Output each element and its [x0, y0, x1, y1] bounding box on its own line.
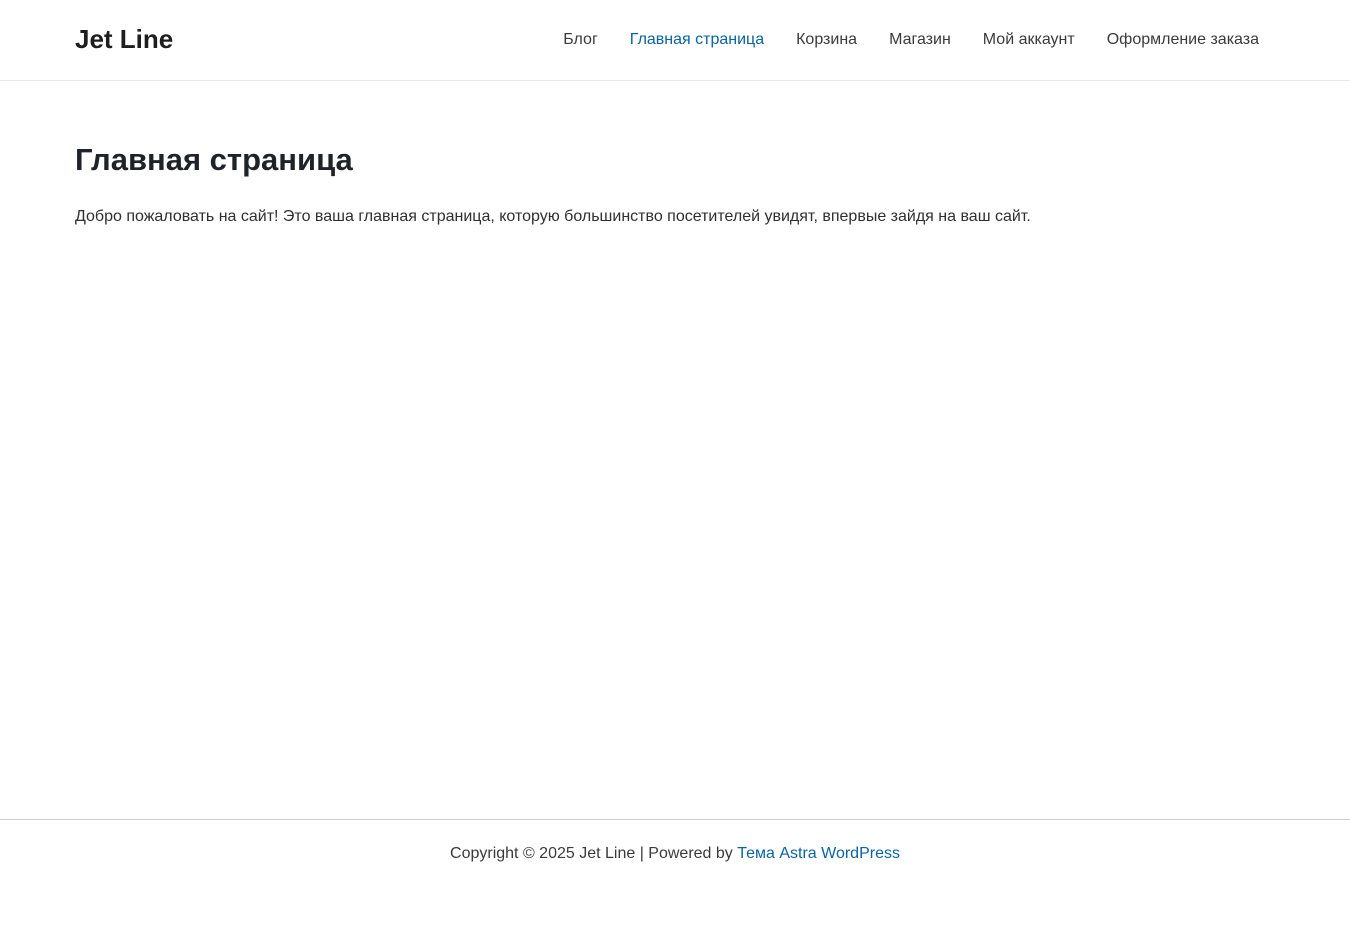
nav-item-checkout[interactable]: Оформление заказа: [1107, 28, 1259, 52]
page-title: Главная страница: [75, 142, 353, 177]
copyright-text: Copyright © 2025 Jet Line | Powered by: [450, 845, 738, 862]
footer-copyright: Copyright © 2025 Jet Line | Powered by Т…: [0, 842, 1350, 866]
page: Jet Line Блог Главная страница Корзина М…: [0, 0, 1350, 940]
nav-item-shop[interactable]: Магазин: [889, 28, 951, 52]
theme-link[interactable]: Тема Astra WordPress: [737, 845, 900, 862]
nav-item-my-account[interactable]: Мой аккаунт: [983, 28, 1075, 52]
nav-item-home[interactable]: Главная страница: [630, 28, 764, 52]
main-content: Главная страница Добро пожаловать на сай…: [75, 140, 1275, 229]
nav-item-blog[interactable]: Блог: [563, 28, 598, 52]
main-navigation: Блог Главная страница Корзина Магазин Мо…: [563, 28, 1259, 52]
page-body-text: Добро пожаловать на сайт! Это ваша главн…: [75, 208, 1031, 225]
site-title-link[interactable]: Jet Line: [75, 22, 173, 56]
nav-item-cart[interactable]: Корзина: [796, 28, 857, 52]
site-header: Jet Line Блог Главная страница Корзина М…: [0, 0, 1350, 81]
site-footer: Copyright © 2025 Jet Line | Powered by Т…: [0, 819, 1350, 940]
